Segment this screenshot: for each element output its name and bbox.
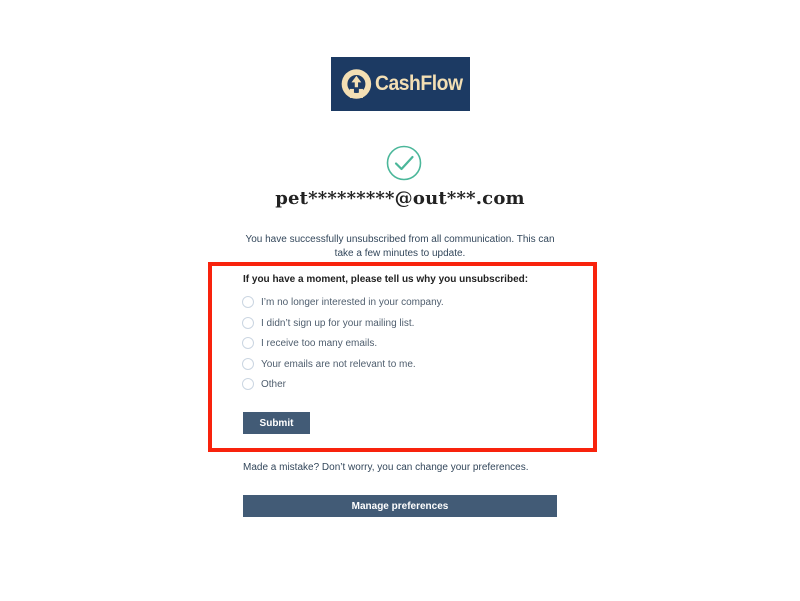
reason-option-not-interested[interactable]: I’m no longer interested in your company… [242, 296, 444, 308]
option-label: I didn’t sign up for your mailing list. [261, 317, 415, 329]
option-label: I’m no longer interested in your company… [261, 296, 444, 308]
masked-email: pet*********@out***.com [275, 188, 525, 209]
radio-button[interactable] [242, 337, 254, 349]
option-label: Your emails are not relevant to me. [261, 358, 416, 370]
brand-logo: CashFlow [331, 57, 470, 111]
radio-button[interactable] [242, 296, 254, 308]
manage-preferences-button[interactable]: Manage preferences [243, 495, 557, 517]
cashflow-logo-icon [341, 69, 372, 99]
survey-title: If you have a moment, please tell us why… [243, 274, 529, 285]
submit-button[interactable]: Submit [243, 412, 310, 434]
success-message: You have successfully unsubscribed from … [245, 234, 555, 259]
radio-button[interactable] [242, 317, 254, 329]
reason-option-didnt-sign-up[interactable]: I didn’t sign up for your mailing list. [242, 317, 414, 329]
option-label: Other [261, 378, 287, 390]
radio-button[interactable] [242, 378, 254, 390]
reason-option-too-many-emails[interactable]: I receive too many emails. [242, 337, 377, 349]
check-circle-icon [386, 145, 422, 181]
radio-button[interactable] [242, 358, 254, 370]
reason-option-not-relevant[interactable]: Your emails are not relevant to me. [242, 358, 416, 370]
brand-name: CashFlow [374, 72, 463, 95]
option-label: I receive too many emails. [261, 337, 378, 349]
preferences-message: Made a mistake? Don’t worry, you can cha… [243, 462, 529, 473]
reason-option-other[interactable]: Other [242, 378, 286, 390]
